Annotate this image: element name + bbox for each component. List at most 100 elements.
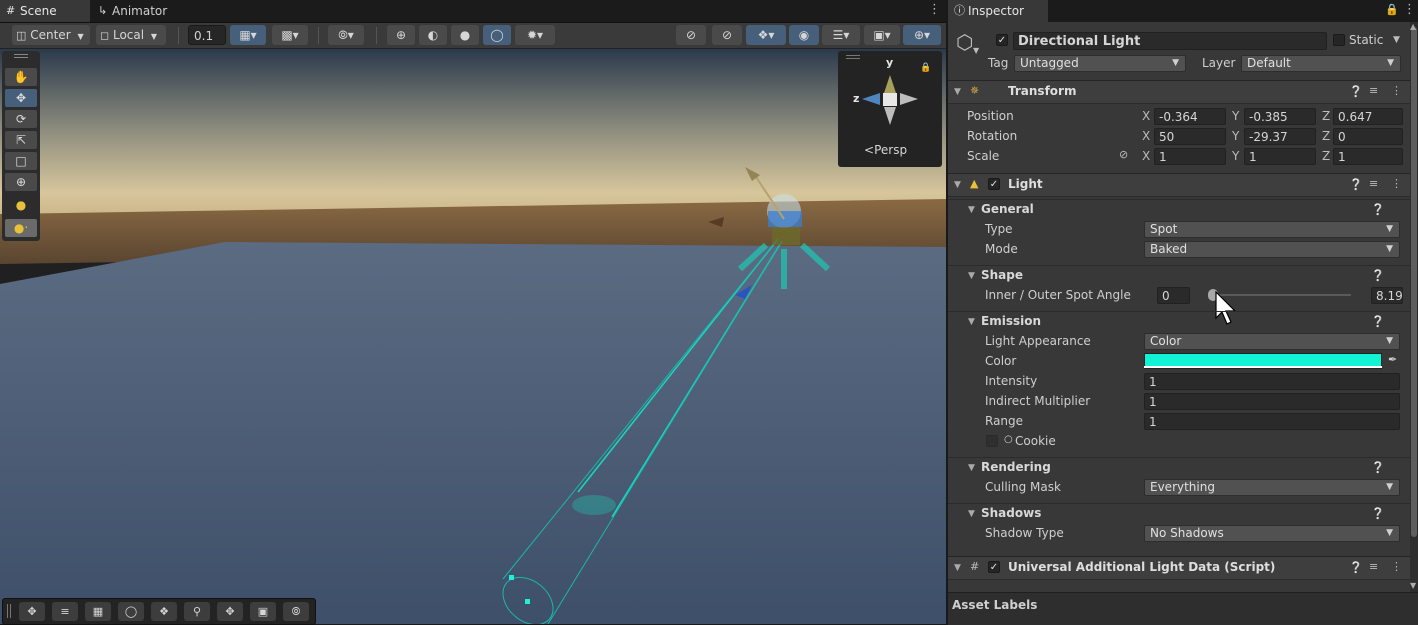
rotate-tool-button[interactable]: ⟳ (5, 110, 37, 128)
overlay-grid-button[interactable]: ▦ (85, 602, 111, 621)
shaded-button[interactable]: ● (451, 25, 479, 45)
2d-toggle-button[interactable]: ⊘ (676, 25, 706, 45)
shadows-section-title[interactable]: Shadows (981, 506, 1041, 520)
asset-labels-bar[interactable]: Asset Labels (948, 592, 1418, 625)
pivot-mode-dropdown[interactable]: ◫ Center ▼ (12, 25, 90, 45)
draw-mode-button[interactable]: ⦾▾ (328, 25, 364, 45)
lighting-toggle-button[interactable]: ◯ (483, 25, 511, 45)
rect-tool-button[interactable]: □ (5, 152, 37, 170)
tag-dropdown[interactable]: Untagged ▼ (1014, 55, 1186, 72)
light-enabled-checkbox[interactable]: ✓ (988, 178, 1000, 190)
snap-increment-field[interactable]: 0.1 (188, 25, 226, 45)
tab-scene[interactable]: # Scene (0, 0, 90, 22)
transform-tool-button[interactable]: ⊕ (5, 173, 37, 191)
preset-sliders-icon[interactable]: ≡ (1369, 177, 1378, 190)
overlay-pivot-button[interactable]: ✥ (217, 602, 243, 621)
tab-inspector[interactable]: ⓘ Inspector (948, 0, 1048, 22)
grid-snap-button[interactable]: ▦▾ (230, 25, 266, 45)
component-menu-icon[interactable]: ⋮ (1391, 84, 1402, 97)
rendering-section-title[interactable]: Rendering (981, 460, 1051, 474)
effects-toggle-button[interactable]: ❖▾ (746, 25, 786, 45)
layers-dropdown-button[interactable]: ☰▾ (822, 25, 860, 45)
eyedropper-icon[interactable]: ✒ (1388, 353, 1397, 366)
ual-data-component-header[interactable]: ▼ # ✓ Universal Additional Light Data (S… (948, 556, 1410, 580)
scale-x-field[interactable]: 1 (1154, 148, 1226, 165)
overlay-compass-button[interactable]: ⦾ (283, 602, 309, 621)
preset-sliders-icon[interactable]: ≡ (1369, 560, 1378, 573)
overlay-sphere-button[interactable]: ◯ (118, 602, 144, 621)
scale-y-field[interactable]: 1 (1244, 148, 1316, 165)
scale-tool-button[interactable]: ⇱ (5, 131, 37, 149)
scale-z-field[interactable]: 1 (1333, 148, 1403, 165)
static-checkbox[interactable] (1333, 34, 1345, 46)
overlay-drag-handle[interactable] (7, 604, 11, 618)
help-icon[interactable]: ❔ (1371, 269, 1385, 282)
orientation-gizmo[interactable]: 🔒 y z <Persp (838, 51, 942, 167)
shaded-wireframe-button[interactable]: ◐ (419, 25, 447, 45)
inspector-lock-icon[interactable]: 🔒 (1385, 3, 1399, 16)
wireframe-shading-button[interactable]: ⊕ (387, 25, 415, 45)
inner-spot-angle-field[interactable]: 0 (1157, 287, 1190, 304)
gizmos-dropdown-button[interactable]: ⊕▾ (903, 25, 941, 45)
light-probe-tool-button[interactable]: ● (5, 196, 37, 214)
help-icon[interactable]: ❔ (1349, 561, 1363, 574)
debug-draw-mode-button[interactable]: ✹▾ (515, 25, 555, 45)
camera-dropdown-button[interactable]: ▣▾ (864, 25, 900, 45)
light-appearance-dropdown[interactable]: Color ▼ (1144, 333, 1400, 350)
inspector-scrollbar-thumb[interactable] (1411, 27, 1417, 537)
light-type-dropdown[interactable]: Spot ▼ (1144, 221, 1400, 238)
hand-tool-button[interactable]: ✋ (5, 68, 37, 86)
audio-toggle-button[interactable]: ⊘ (712, 25, 742, 45)
increment-snap-button[interactable]: ▩▾ (272, 25, 308, 45)
position-x-field[interactable]: -0.364 (1154, 108, 1226, 125)
emission-section-title[interactable]: Emission (981, 314, 1041, 328)
palette-drag-handle[interactable] (14, 54, 28, 58)
intensity-field[interactable]: 1 (1144, 373, 1400, 390)
scene-viewport[interactable] (0, 49, 946, 624)
ual-data-enabled-checkbox[interactable]: ✓ (988, 561, 1000, 573)
help-icon[interactable]: ❔ (1349, 178, 1363, 191)
shadows-foldout-arrow-icon[interactable]: ▼ (968, 509, 975, 519)
emission-foldout-arrow-icon[interactable]: ▼ (968, 317, 975, 327)
inspector-more-menu-icon[interactable]: ⋮ (1403, 2, 1416, 17)
culling-mask-dropdown[interactable]: Everything ▼ (1144, 479, 1400, 496)
object-name-field[interactable]: Directional Light (1013, 32, 1327, 50)
object-picker-circle-icon[interactable]: ○ (1004, 434, 1013, 445)
cookie-checkbox[interactable] (986, 435, 998, 447)
overlay-search-button[interactable]: ⚲ (184, 602, 210, 621)
constrain-proportions-link-icon[interactable]: ⊘ (1119, 148, 1128, 161)
light-component-header[interactable]: ▼ ▲ ✓ Light ❔ ≡ ⋮ (948, 173, 1410, 197)
scene-more-menu-icon[interactable]: ⋮ (928, 2, 941, 17)
rendering-foldout-arrow-icon[interactable]: ▼ (968, 463, 975, 473)
shadow-type-dropdown[interactable]: No Shadows ▼ (1144, 525, 1400, 542)
help-icon[interactable]: ❔ (1371, 461, 1385, 474)
help-icon[interactable]: ❔ (1371, 203, 1385, 216)
position-y-field[interactable]: -0.385 (1244, 108, 1316, 125)
rotation-x-field[interactable]: 50 (1154, 128, 1226, 145)
visibility-toggle-button[interactable]: ◉ (789, 25, 819, 45)
layer-dropdown[interactable]: Default ▼ (1241, 55, 1401, 72)
shape-foldout-arrow-icon[interactable]: ▼ (968, 271, 975, 281)
help-icon[interactable]: ❔ (1349, 85, 1363, 98)
pivot-rotation-dropdown[interactable]: ◻ Local ▼ (96, 25, 166, 45)
chevron-down-icon[interactable]: ▼ (973, 46, 979, 55)
tab-animator[interactable]: ↳ Animator (92, 0, 202, 22)
move-tool-button[interactable]: ✥ (5, 89, 37, 107)
static-dropdown-arrow-icon[interactable]: ▼ (1393, 35, 1400, 45)
outer-spot-angle-field[interactable]: 8.197 (1371, 287, 1403, 304)
position-z-field[interactable]: 0.647 (1333, 108, 1403, 125)
indirect-multiplier-field[interactable]: 1 (1144, 393, 1400, 410)
scroll-down-arrow-icon[interactable]: ▼ (1410, 581, 1416, 590)
scroll-up-arrow-icon[interactable]: ▲ (1410, 22, 1416, 31)
help-icon[interactable]: ❔ (1371, 507, 1385, 520)
projection-toggle[interactable]: <Persp (864, 143, 907, 157)
light-edit-tool-button[interactable]: ●‧ (5, 219, 37, 237)
overlay-move-button[interactable]: ✥ (19, 602, 45, 621)
help-icon[interactable]: ❔ (1371, 315, 1385, 328)
overlay-camera-button[interactable]: ▣ (250, 602, 276, 621)
general-section-title[interactable]: General (981, 202, 1034, 216)
rotation-z-field[interactable]: 0 (1333, 128, 1403, 145)
light-mode-dropdown[interactable]: Baked ▼ (1144, 241, 1400, 258)
rotation-y-field[interactable]: -29.37 (1244, 128, 1316, 145)
range-field[interactable]: 1 (1144, 413, 1400, 430)
